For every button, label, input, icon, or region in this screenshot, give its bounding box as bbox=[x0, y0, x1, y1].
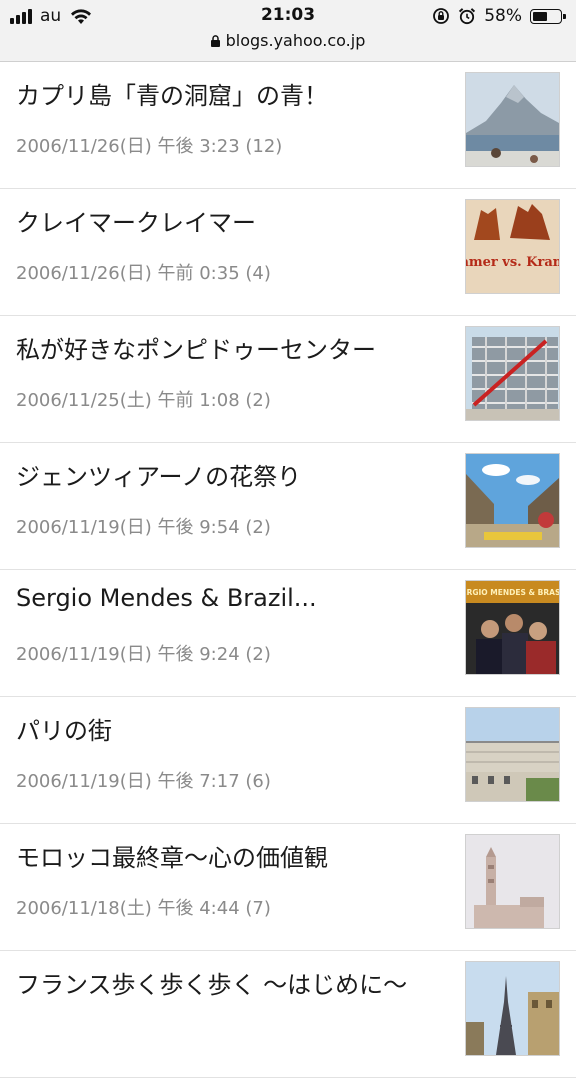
flower-street-thumbnail[interactable] bbox=[465, 453, 560, 548]
post-meta: 2006/11/26(日) 午後 3:23 (12) bbox=[16, 136, 283, 157]
post-meta: 2006/11/18(土) 午後 4:44 (7) bbox=[16, 898, 271, 919]
post-meta: 2006/11/26(日) 午前 0:35 (4) bbox=[16, 263, 271, 284]
post-title: Sergio Mendes & Brazil... bbox=[16, 584, 317, 612]
pompidou-building-thumbnail[interactable] bbox=[465, 326, 560, 421]
paris-rooftops-thumbnail[interactable] bbox=[465, 707, 560, 802]
lock-icon bbox=[210, 35, 220, 47]
post-title: ジェンツィアーノの花祭り bbox=[16, 463, 302, 491]
album-cover-thumbnail[interactable]: SERGIO MENDES & BRASIL bbox=[465, 580, 560, 675]
battery-fill bbox=[533, 11, 547, 21]
mosque-minaret-thumbnail[interactable] bbox=[465, 834, 560, 929]
list-item[interactable]: カプリ島「青の洞窟」の青！ 2006/11/26(日) 午後 3:23 (12) bbox=[0, 62, 576, 189]
list-item[interactable]: 私が好きなポンピドゥーセンター 2006/11/25(土) 午前 1:08 (2… bbox=[0, 316, 576, 443]
list-item[interactable]: Sergio Mendes & Brazil... 2006/11/19(日) … bbox=[0, 570, 576, 697]
coast-mountain-thumbnail[interactable] bbox=[465, 72, 560, 167]
post-title: モロッコ最終章〜心の価値観 bbox=[16, 844, 328, 872]
post-list: カプリ島「青の洞窟」の青！ 2006/11/26(日) 午後 3:23 (12)… bbox=[0, 62, 576, 1078]
poster-text: Kramer vs. Kramer bbox=[466, 255, 559, 270]
list-item[interactable]: フランス歩く歩く歩く 〜はじめに〜 bbox=[0, 951, 576, 1078]
post-title: パリの街 bbox=[16, 717, 112, 745]
post-title: カプリ島「青の洞窟」の青！ bbox=[16, 82, 328, 110]
url-text: blogs.yahoo.co.jp bbox=[225, 31, 366, 50]
orientation-lock-icon bbox=[433, 8, 450, 24]
post-meta: 2006/11/19(日) 午後 7:17 (6) bbox=[16, 771, 271, 792]
post-meta: 2006/11/19(日) 午後 9:54 (2) bbox=[16, 517, 271, 538]
post-meta: 2006/11/19(日) 午後 9:24 (2) bbox=[16, 644, 271, 665]
address-bar[interactable]: blogs.yahoo.co.jp bbox=[0, 31, 576, 50]
status-right: 58% bbox=[432, 6, 566, 26]
post-title: フランス歩く歩く歩く 〜はじめに〜 bbox=[16, 971, 408, 999]
status-bar: au 21:03 58% blogs.yahoo.co.jp bbox=[0, 0, 576, 62]
battery-percent: 58% bbox=[484, 6, 522, 26]
list-item[interactable]: モロッコ最終章〜心の価値観 2006/11/18(土) 午後 4:44 (7) bbox=[0, 824, 576, 951]
album-title-text: SERGIO MENDES & BRASIL bbox=[466, 588, 559, 597]
battery-icon bbox=[530, 8, 566, 24]
post-meta: 2006/11/25(土) 午前 1:08 (2) bbox=[16, 390, 271, 411]
eiffel-tower-thumbnail[interactable] bbox=[465, 961, 560, 1056]
list-item[interactable]: パリの街 2006/11/19(日) 午後 7:17 (6) bbox=[0, 697, 576, 824]
list-item[interactable]: クレイマークレイマー 2006/11/26(日) 午前 0:35 (4) Kra… bbox=[0, 189, 576, 316]
battery-nub bbox=[563, 13, 566, 19]
post-title: クレイマークレイマー bbox=[16, 209, 256, 237]
kramer-poster-thumbnail[interactable]: Kramer vs. Kramer bbox=[465, 199, 560, 294]
alarm-clock-icon bbox=[459, 8, 476, 25]
list-item[interactable]: ジェンツィアーノの花祭り 2006/11/19(日) 午後 9:54 (2) bbox=[0, 443, 576, 570]
post-title: 私が好きなポンピドゥーセンター bbox=[16, 336, 376, 364]
